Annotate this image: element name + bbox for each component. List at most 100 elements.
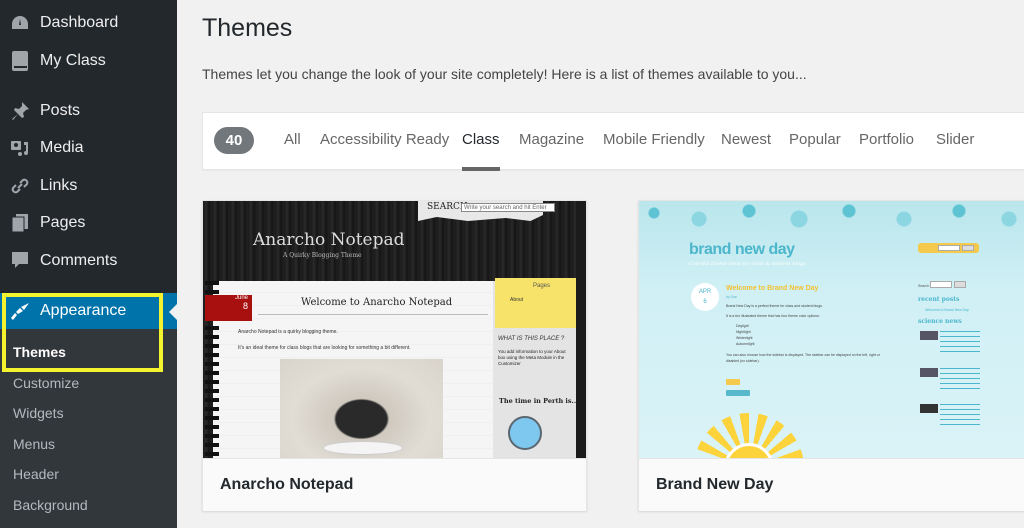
preview-paragraph: Anarcho Notepad is a quirky blogging the… (238, 329, 338, 335)
theme-card-brand-new-day[interactable]: brand new day Colorful theme ideal for c… (638, 200, 1024, 511)
preview-paragraph: You can also choose how the sidebar is d… (726, 353, 880, 357)
book-icon (10, 51, 30, 71)
preview-frame-edge (576, 201, 586, 458)
preview-header-search-input (938, 245, 960, 251)
theme-name: Anarcho Notepad (220, 476, 354, 493)
preview-site-title: brand new day (689, 241, 795, 258)
preview-byline: by Sue (726, 295, 737, 299)
submenu-item-menus[interactable]: Menus (13, 436, 55, 452)
theme-filter-bar: 40 All Accessibility Ready Class Magazin… (202, 112, 1024, 171)
preview-swirl-header (639, 201, 1024, 231)
submenu-item-widgets[interactable]: Widgets (13, 405, 64, 421)
filter-tab-all[interactable]: All (284, 131, 301, 148)
preview-news-thumbnail (920, 404, 938, 413)
dashboard-icon (10, 13, 30, 33)
preview-recent-posts-heading: recent posts (918, 296, 960, 303)
filter-tab-popular[interactable]: Popular (789, 131, 841, 148)
sidebar-item-label: Links (40, 177, 78, 194)
filter-tab-magazine[interactable]: Magazine (519, 131, 584, 148)
preview-header-search-button (962, 245, 974, 251)
preview-news-text (940, 331, 980, 353)
filter-tab-accessibility-ready[interactable]: Accessibility Ready (320, 131, 449, 148)
theme-count-badge: 40 (214, 127, 254, 154)
theme-name-bar: Brand New Day (639, 458, 1024, 511)
sidebar-item-label: Media (40, 139, 84, 156)
pushpin-icon (10, 101, 30, 121)
preview-news-thumbnail (920, 331, 938, 340)
preview-sticky-heading: Pages (533, 283, 551, 289)
sidebar-item-my-class[interactable]: My Class (0, 43, 177, 79)
pages-icon (10, 213, 30, 233)
preview-date-tab: June 8 (205, 295, 252, 321)
filter-tab-portfolio[interactable]: Portfolio (859, 131, 914, 148)
preview-sticky-link: About (510, 297, 524, 303)
sidebar-item-label: My Class (40, 52, 106, 69)
preview-date-month: APR (698, 289, 712, 295)
preview-widget-heading: WHAT IS THIS PLACE ? (498, 336, 565, 342)
page-description: Themes let you change the look of your s… (202, 66, 807, 82)
preview-comments-tag (726, 390, 750, 396)
main-content: Themes Themes let you change the look of… (177, 0, 1024, 528)
sidebar-item-label: Posts (40, 102, 81, 119)
filter-tab-slider[interactable]: Slider (936, 131, 974, 148)
preview-sidebar-search-input (930, 281, 952, 288)
sidebar-item-comments[interactable]: Comments (0, 243, 177, 279)
sidebar-item-dashboard[interactable]: Dashboard (0, 5, 177, 41)
preview-paragraph: It is a fun illustrated theme that has f… (726, 314, 820, 318)
submenu-item-header[interactable]: Header (13, 466, 59, 482)
preview-date-day: 6 (703, 299, 707, 305)
theme-card-anarcho-notepad[interactable]: SEARCH Write your search and hit Enter A… (202, 200, 587, 511)
sidebar-item-media[interactable]: Media (0, 130, 177, 166)
preview-date-badge: APR 6 (691, 283, 719, 311)
preview-sidebar-search-label: Search (918, 284, 930, 288)
preview-tagline: Colorful theme ideal for class & student… (689, 261, 806, 267)
clock-icon (508, 416, 542, 450)
preview-post-title: Welcome to Anarcho Notepad (301, 297, 453, 308)
comment-icon (10, 251, 30, 271)
admin-sidebar: Dashboard My Class Posts Media Links Pag… (0, 0, 178, 528)
filter-tab-mobile-friendly[interactable]: Mobile Friendly (603, 131, 705, 148)
preview-list-item: Autumnlight (736, 342, 755, 346)
preview-paragraph: disabled (no sidebar). (726, 359, 760, 363)
sidebar-item-links[interactable]: Links (0, 168, 177, 204)
preview-news-text (940, 404, 980, 426)
sidebar-item-appearance[interactable]: Appearance (0, 293, 177, 329)
preview-paragraph: It's an ideal theme for class blogs that… (238, 345, 411, 351)
media-icon (10, 138, 30, 158)
preview-news-thumbnail (920, 368, 938, 377)
preview-science-news-heading: science news (918, 318, 962, 325)
preview-site-title: Anarcho Notepad (253, 230, 405, 250)
link-icon (10, 176, 30, 196)
preview-date-day: 8 (242, 301, 248, 311)
filter-tab-class[interactable]: Class (462, 131, 500, 171)
preview-plate (323, 441, 403, 455)
preview-divider (258, 314, 488, 315)
preview-color-options: Daylight Nightlight Winterlight Autumnli… (736, 323, 754, 347)
preview-clock-heading: The time in Perth is... (499, 397, 579, 405)
submenu-item-background[interactable]: Background (13, 497, 88, 513)
appearance-submenu: Themes Customize Widgets Menus Header Ba… (0, 329, 177, 528)
sidebar-item-label: Dashboard (40, 14, 119, 31)
submenu-item-themes[interactable]: Themes (13, 344, 66, 360)
preview-widget-text: You add information to your About box us… (498, 349, 566, 366)
sidebar-item-label: Comments (40, 252, 118, 269)
preview-category-tag (726, 379, 740, 385)
filter-tab-newest[interactable]: Newest (721, 131, 771, 148)
page-title: Themes (202, 14, 293, 42)
preview-post-title: Welcome to Brand New Day (726, 285, 819, 292)
sidebar-item-label: Pages (40, 214, 86, 231)
submenu-item-customize[interactable]: Customize (13, 375, 79, 391)
theme-screenshot[interactable]: brand new day Colorful theme ideal for c… (639, 201, 1024, 458)
preview-search-input: Write your search and hit Enter (461, 203, 555, 212)
theme-name-bar: Anarcho Notepad (203, 458, 586, 511)
sidebar-item-label: Appearance (40, 302, 127, 319)
theme-name: Brand New Day (656, 476, 774, 493)
sidebar-item-posts[interactable]: Posts (0, 93, 177, 129)
paintbrush-icon (10, 301, 30, 321)
preview-paragraph: Brand New Day is a perfect theme for cla… (726, 304, 823, 308)
preview-news-text (940, 368, 980, 390)
preview-tagline: A Quirky Blogging Theme (283, 252, 362, 259)
preview-recent-post-item: Welcome to Brand New Day (925, 308, 969, 312)
theme-screenshot[interactable]: SEARCH Write your search and hit Enter A… (203, 201, 586, 458)
sidebar-item-pages[interactable]: Pages (0, 205, 177, 241)
